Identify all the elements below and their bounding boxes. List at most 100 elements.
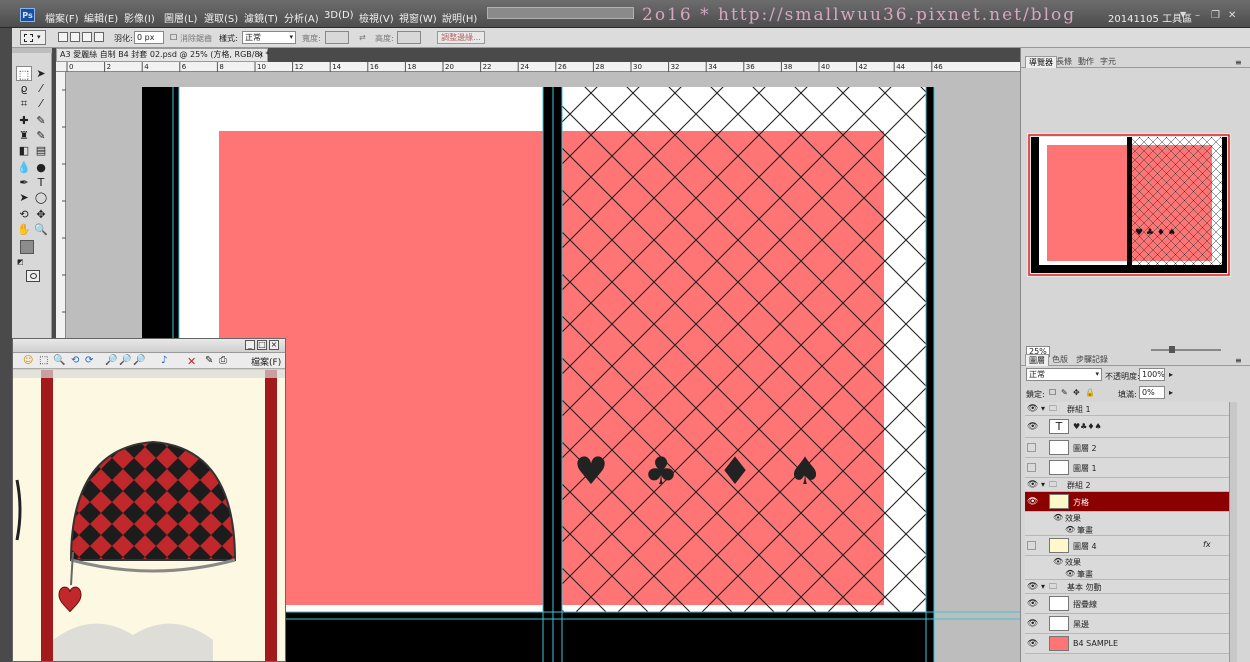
marquee-preset-picker[interactable]: ▾ [20,30,46,45]
move-tool-icon[interactable]: ➤ [33,66,49,81]
menu-layer[interactable]: 圖層(L) [164,10,197,25]
default-colors-icon[interactable]: ◩ [17,258,24,266]
panel-menu-icon[interactable]: ≡ [1235,356,1242,365]
intersect-selection-icon[interactable] [94,32,104,42]
eye-icon[interactable]: 👁 [1053,513,1063,522]
rotate-right-icon[interactable]: ⟳ [85,355,93,366]
rotate-left-icon[interactable]: ⟲ [71,355,79,366]
opacity-slider-toggle[interactable]: ▸ [1169,370,1173,379]
tab-histogram[interactable]: 長條 [1053,56,1075,68]
lock-pixels-icon[interactable]: ✎ [1061,388,1068,397]
eyedropper-tool-icon[interactable]: ⁄ [33,96,49,111]
eye-icon[interactable]: 👁 [1053,557,1063,566]
chevron-down-icon[interactable]: ▾ [1041,480,1045,489]
tab-character[interactable]: 字元 [1097,56,1119,68]
navigator-zoom-handle[interactable] [1169,346,1175,353]
menu-edit[interactable]: 編輯(E) [84,10,118,25]
layers-scrollbar[interactable] [1229,402,1237,662]
eye-icon[interactable]: 👁 [1027,639,1038,649]
layer-row-layer-2[interactable]: 圖層 2 [1025,438,1229,458]
menu-window[interactable]: 視窗(W) [399,10,437,25]
healing-brush-tool-icon[interactable]: ✚ [16,113,32,128]
layer-effects-row[interactable]: 👁 效果 [1025,556,1229,568]
layer-stroke-row[interactable]: 👁 筆畫 [1025,568,1229,580]
menu-view[interactable]: 檢視(V) [359,10,394,25]
tab-channels[interactable]: 色版 [1049,354,1071,366]
type-tool-icon[interactable]: T [33,175,49,190]
menu-help[interactable]: 說明(H) [442,10,477,25]
menu-filter[interactable]: 濾鏡(T) [244,10,278,25]
close-icon[interactable]: ✕ [1228,10,1236,21]
dodge-tool-icon[interactable]: ● [33,160,49,175]
layer-row-b4-sample[interactable]: 👁 B4 SAMPLE [1025,634,1229,654]
swap-dimensions-icon[interactable]: ⇄ [359,33,366,42]
layer-row-layer-1[interactable]: 圖層 1 [1025,458,1229,478]
pen-tool-icon[interactable]: ✒ [16,175,32,190]
eye-icon[interactable]: 👁 [1065,525,1075,534]
layer-row-black-edge[interactable]: 👁 黑邊 [1025,614,1229,634]
minimize-icon[interactable]: _ [245,340,255,350]
antialias-checkbox[interactable]: ☐ [170,33,177,42]
height-input[interactable] [397,31,421,44]
minimize-icon[interactable]: – [1195,10,1200,21]
opacity-input[interactable]: 100% [1139,368,1165,381]
fill-slider-toggle[interactable]: ▸ [1169,388,1173,397]
zoom-out-icon[interactable]: 🔎 [119,355,131,366]
history-brush-tool-icon[interactable]: ✎ [33,128,49,143]
layer-row-fold-lines[interactable]: 👁 摺疊線 [1025,594,1229,614]
fx-icon[interactable]: fx [1203,540,1211,549]
refine-edge-button[interactable]: 調整邊緣... [437,31,485,44]
layer-row-grid-selected[interactable]: 👁 方格 [1025,492,1229,512]
tab-actions[interactable]: 動作 [1075,56,1097,68]
tab-layers[interactable]: 圖層 [1025,354,1049,366]
path-selection-tool-icon[interactable]: ➤ [16,190,32,205]
eye-icon[interactable]: 👁 [1027,582,1038,592]
new-selection-icon[interactable] [58,32,68,42]
tab-history[interactable]: 步驟記錄 [1073,354,1111,366]
layer-row-group-base[interactable]: 👁 ▾ 🗀 基本 勿動 [1025,580,1229,594]
blur-tool-icon[interactable]: 💧 [16,160,32,175]
chevron-down-icon[interactable]: ▼ [1180,10,1186,19]
layer-effects-row[interactable]: 👁 效果 [1025,512,1229,524]
panel-menu-icon[interactable]: ≡ [1235,58,1242,67]
magic-wand-tool-icon[interactable]: ⁄ [33,81,49,96]
eye-icon[interactable]: 👁 [1065,569,1075,578]
navigator-zoom-slider[interactable] [1151,349,1221,351]
menu-3d[interactable]: 3D(D) [324,10,354,21]
clone-stamp-tool-icon[interactable]: ♜ [16,128,32,143]
crop-tool-icon[interactable]: ⌗ [16,96,32,111]
blend-mode-select[interactable]: 正常 ▾ [1026,368,1102,381]
add-selection-icon[interactable] [70,32,80,42]
fill-input[interactable]: 0% [1139,386,1165,399]
ellipse-tool-icon[interactable]: ◯ [33,190,49,205]
menu-select[interactable]: 選取(S) [204,10,238,25]
menu-file[interactable]: 檔案(F) [45,10,79,25]
viewer-image[interactable] [13,370,285,661]
eye-icon[interactable]: 👁 [1027,619,1038,629]
layer-row-layer-4[interactable]: 圖層 4 fx [1025,536,1229,556]
navigator-preview[interactable]: ♥ ♣ ♦ ♠ [1027,133,1231,277]
document-tab[interactable]: A3 愛麗絲 自制 B4 封套 02.psd @ 25% (方格, RGB/8)… [56,48,269,62]
eye-icon[interactable]: 👁 [1027,422,1038,432]
rect-marquee-tool-icon[interactable]: ⬚ [16,66,32,81]
close-icon[interactable]: × [269,340,279,350]
3d-orbit-tool-icon[interactable]: ✥ [33,207,49,222]
select-icon[interactable]: ⬚ [39,355,48,366]
delete-icon[interactable]: ✕ [187,355,196,368]
subtract-selection-icon[interactable] [82,32,92,42]
maximize-icon[interactable]: □ [257,340,267,350]
restore-icon[interactable]: ❐ [1211,10,1220,21]
viewer-file-menu[interactable]: 檔案(F) [251,355,281,368]
visibility-toggle[interactable] [1027,463,1036,472]
layer-row-group-1[interactable]: 👁 ▾ 🗀 群組 1 [1025,402,1229,416]
brush-tool-icon[interactable]: ✎ [33,113,49,128]
visibility-toggle[interactable] [1027,541,1036,550]
feather-input[interactable]: 0 px [134,31,164,44]
lock-all-icon[interactable]: 🔒 [1085,388,1095,397]
zoom-icon[interactable]: 🔍 [53,355,65,366]
viewer-title-bar[interactable]: _ □ × [13,339,285,353]
3d-rotate-tool-icon[interactable]: ⟲ [16,207,32,222]
lasso-tool-icon[interactable]: ϱ [16,81,32,96]
zoom-in-icon[interactable]: 🔎 [105,355,117,366]
eye-icon[interactable]: 👁 [1027,497,1038,507]
